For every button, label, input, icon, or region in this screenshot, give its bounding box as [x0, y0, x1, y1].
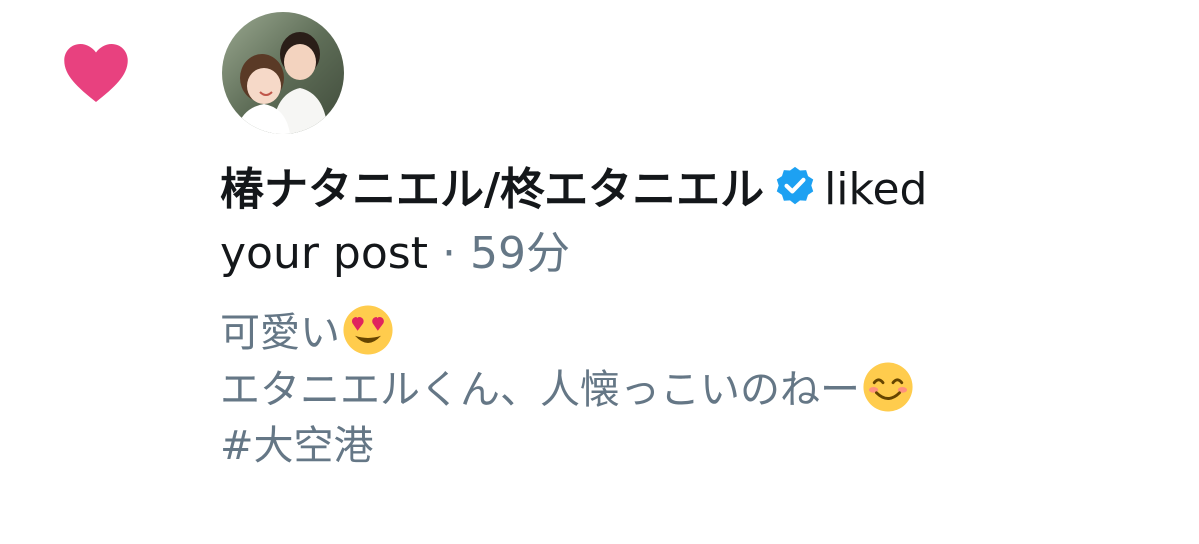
action-text-your-post: your post — [220, 228, 428, 279]
like-notification[interactable]: 椿ナタニエル/柊エタニエル liked your post · 59分 可愛い … — [0, 0, 1199, 544]
action-text-liked: liked — [824, 164, 928, 215]
heart-eyes-emoji-icon — [343, 305, 393, 355]
tweet-line-2: エタニエルくん、人懐っこいのねー — [220, 361, 1180, 418]
hashtag[interactable]: #大空港 — [220, 418, 1180, 474]
notification-text: 椿ナタニエル/柊エタニエル liked your post · 59分 可愛い … — [220, 158, 1180, 474]
user-name[interactable]: 椿ナタニエル/柊エタニエル — [220, 164, 764, 215]
tweet-line-2-text: エタニエルくん、人懐っこいのねー — [220, 367, 860, 413]
timestamp[interactable]: 59分 — [470, 228, 570, 279]
tweet-text[interactable]: 可愛い エタニエルくん、人懐っこいのねー #大空港 — [220, 304, 1180, 474]
tweet-line-1-text: 可愛い — [220, 310, 340, 356]
heart-icon — [64, 43, 128, 103]
separator-dot: · — [441, 228, 456, 279]
avatar-photo — [222, 12, 344, 134]
verified-badge-icon — [776, 166, 814, 205]
tweet-line-1: 可愛い — [220, 304, 1180, 361]
header-line: 椿ナタニエル/柊エタニエル liked — [220, 158, 1180, 222]
header-line-2: your post · 59分 — [220, 222, 1180, 286]
avatar[interactable] — [222, 12, 344, 134]
smiling-face-emoji-icon — [863, 362, 913, 412]
